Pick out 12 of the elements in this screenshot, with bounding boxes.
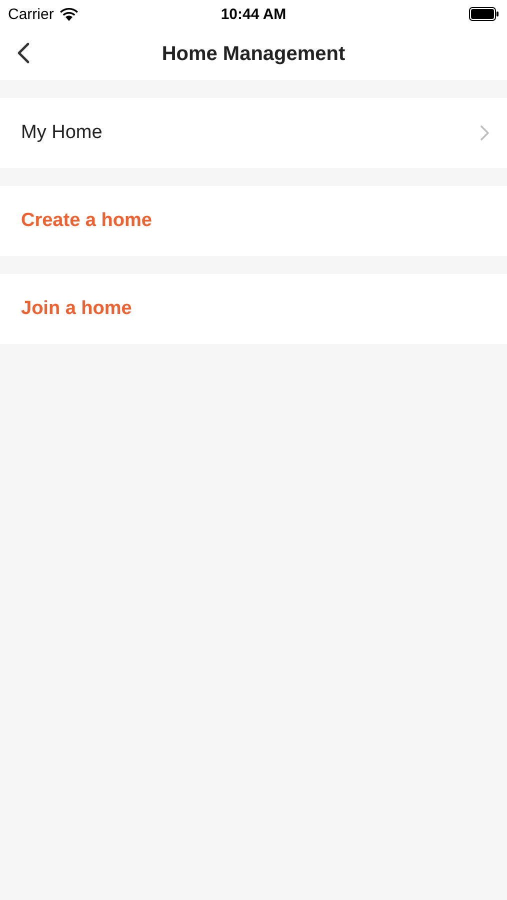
chevron-icon	[480, 125, 489, 141]
row-label: Join a home	[21, 298, 132, 320]
list-row[interactable]: My Home	[0, 98, 507, 168]
status-time: 10:44 AM	[220, 6, 286, 22]
carrier-name: Carrier	[8, 6, 54, 22]
wifi-icon	[60, 8, 78, 20]
list-row[interactable]: Create a home	[0, 186, 507, 256]
list-row[interactable]: Join a home	[0, 274, 507, 344]
screen-title: Home Management	[162, 42, 346, 66]
battery-icon	[469, 7, 499, 21]
row-label: Create a home	[21, 210, 152, 232]
row-label: My Home	[21, 122, 102, 144]
